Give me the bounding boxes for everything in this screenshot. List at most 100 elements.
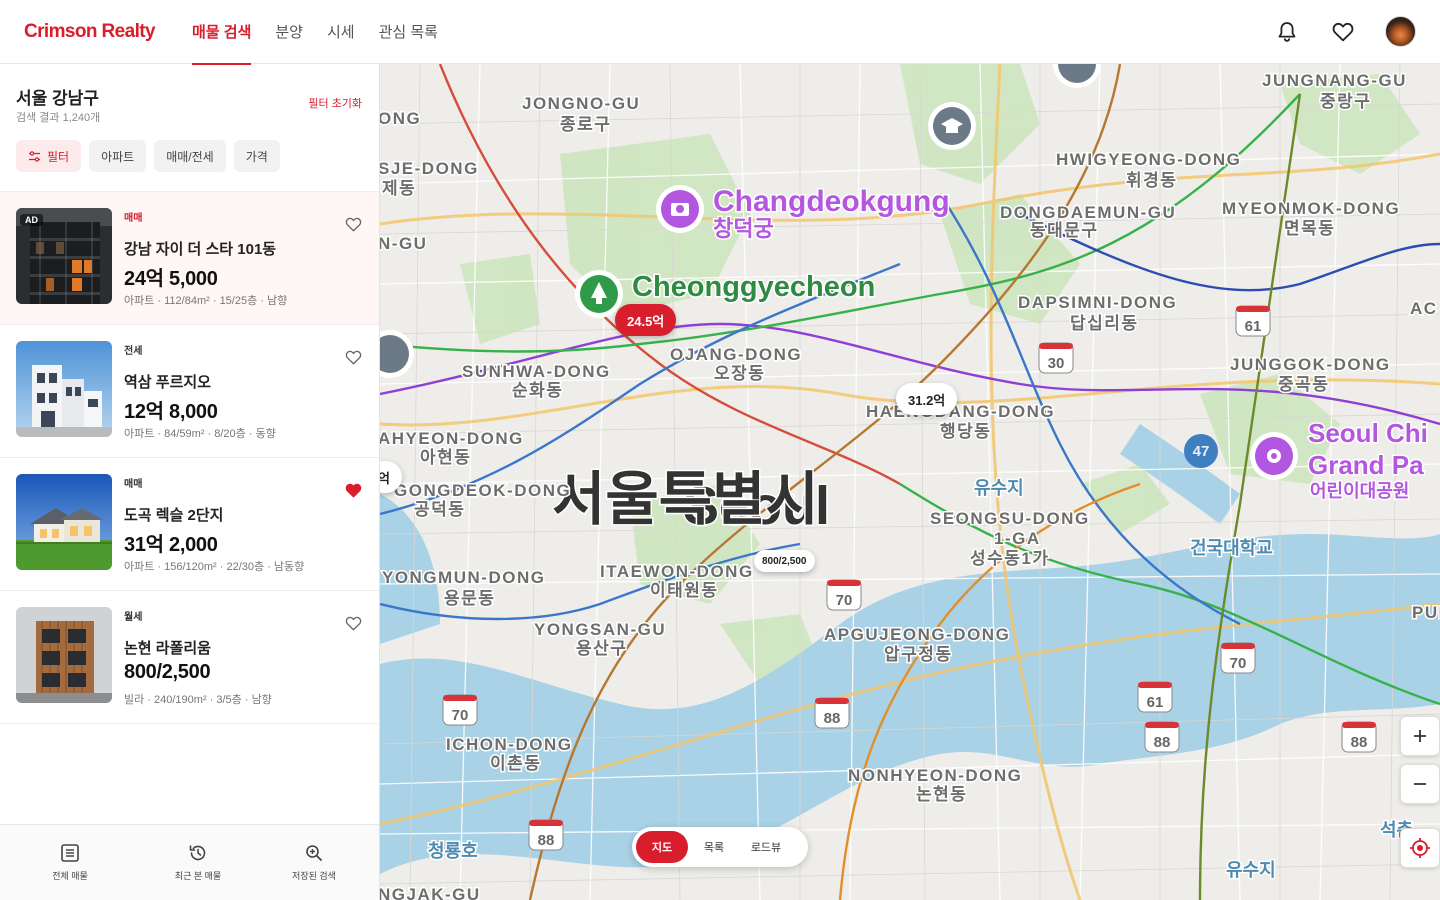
price-marker[interactable]: 31.2억 — [896, 383, 958, 415]
nonhyeon-label: NONHYEON-DONG — [848, 766, 1022, 785]
dapsimni-ko-label: 답십리동 — [1070, 314, 1139, 333]
map-view[interactable]: 61 30 47 70 70 61 88 88 88 70 88 Seoul 서… — [380, 64, 1440, 900]
dongdaemun-ko-label: 동대문구 — [1030, 221, 1099, 240]
ngjak-label: NGJAK-GU — [380, 885, 481, 900]
nav-item-prices[interactable]: 시세 — [327, 0, 355, 64]
listing-price: 24억 5,000 — [124, 268, 218, 290]
app-header: Crimson Realty 매물 검색 분양 시세 관심 목록 — [0, 0, 1440, 65]
trade-type: 월세 — [124, 612, 143, 623]
listing-photo — [16, 607, 112, 703]
search-summary: 서울 강남구 검색 결과 1,240개 필터 초기화 필터 아파트 매매/전세 … — [0, 64, 379, 192]
route-shield-70a: 70 — [836, 592, 853, 609]
listing-card[interactable]: AD 매매 강남 자이 더 스타 101동 24억 5,000 아파트 · 11… — [0, 192, 379, 325]
zoom-in-button[interactable] — [1400, 716, 1440, 756]
nav-item-presale[interactable]: 분양 — [275, 0, 303, 64]
ichon-ko-label: 이촌동 — [490, 754, 541, 773]
ahyeon-label: AHYEON-DONG — [380, 429, 524, 448]
seongsu-label: SEONGSU-DONG — [930, 509, 1090, 528]
filter-chip[interactable]: 필터 — [16, 140, 82, 172]
seongsu-ko-label: 성수동1가 — [970, 549, 1050, 568]
all-listings-tab[interactable]: 전체 매물 — [0, 825, 140, 900]
konkuk-label: 건국대학교 — [1190, 537, 1273, 558]
bell-icon[interactable] — [1273, 18, 1301, 46]
saved-search-tab[interactable]: 저장된 검색 — [256, 825, 372, 900]
roadview-button[interactable]: 로드뷰 — [740, 831, 792, 863]
listing-name: 논현 라폴리움 — [124, 640, 211, 657]
haengdang-label: HAENGDANG-DONG — [866, 402, 1055, 421]
avatar[interactable] — [1385, 16, 1416, 47]
favorite-heart-icon[interactable] — [343, 347, 363, 367]
cheonggyecheon-label: Cheonggyecheon — [632, 271, 875, 303]
listing-card[interactable]: 매매 도곡 렉슬 2단지 31억 2,000 아파트 · 156/120m² ·… — [0, 458, 379, 591]
listing-photo: AD — [16, 208, 112, 304]
listing-price: 800/2,500 — [124, 661, 211, 683]
jungnang-label: JUNGNANG-GU — [1262, 71, 1407, 90]
history-icon — [189, 845, 206, 861]
route-shield-88c: 88 — [1351, 734, 1368, 751]
price-marker[interactable]: 800/2,500 — [754, 550, 815, 572]
nonhyeon-ko-label: 논현동 — [916, 785, 967, 804]
ac-label: AC — [1410, 299, 1438, 318]
ojang-label: OJANG-DONG — [670, 345, 802, 364]
trade-type: 매매 — [124, 479, 143, 490]
hwigyeong-label: HWIGYEONG-DONG — [1056, 150, 1241, 169]
route-shield-61b: 61 — [1147, 694, 1164, 711]
apartment-chip[interactable]: 아파트 — [89, 140, 147, 172]
trade-type-chip[interactable]: 매매/전세 — [154, 140, 226, 172]
sunhwa-ko-label: 순화동 — [512, 381, 563, 400]
list-view-button[interactable]: 목록 — [688, 831, 740, 863]
view-toggle: 지도 목록 로드뷰 — [632, 827, 808, 867]
ahyeon-ko-label: 아현동 — [420, 448, 471, 467]
trade-type: 매매 — [124, 213, 143, 224]
price-marker[interactable]: 24.5억 — [615, 304, 677, 336]
nav-item-search[interactable]: 매물 검색 — [192, 0, 252, 65]
favorite-heart-icon[interactable] — [343, 613, 363, 633]
favorite-heart-icon[interactable] — [343, 214, 363, 234]
dapsimni-label: DAPSIMNI-DONG — [1018, 293, 1177, 312]
listing-meta: 아파트 · 156/120m² · 22/30층 · 남동향 — [124, 561, 305, 573]
route-shield-88d: 88 — [538, 832, 555, 849]
trade-type: 전세 — [124, 346, 143, 357]
yongsan-label: YONGSAN-GU — [534, 620, 666, 639]
sejong-ko-label: 제동 — [382, 179, 416, 198]
jungnang-ko-label: 중랑구 — [1320, 92, 1371, 111]
price-chip[interactable]: 가격 — [233, 140, 280, 172]
listing-price: 12억 8,000 — [124, 401, 218, 423]
listing-card[interactable]: 전세 역삼 푸르지오 12억 8,000 아파트 · 84/59m² · 8/2… — [0, 325, 379, 458]
location-title: 서울 강남구 — [16, 89, 99, 108]
zoom-out-button[interactable] — [1400, 764, 1440, 804]
listing-list: AD 매매 강남 자이 더 스타 101동 24억 5,000 아파트 · 11… — [0, 192, 379, 724]
logo[interactable]: Crimson Realty — [24, 21, 168, 43]
route-shield-61: 61 — [1245, 318, 1262, 335]
heart-icon[interactable] — [1329, 18, 1357, 46]
listing-meta: 아파트 · 112/84m² · 15/25층 · 남향 — [124, 295, 288, 307]
haengdang-ko-label: 행당동 — [940, 422, 991, 441]
reset-filter-link[interactable]: 필터 초기화 — [308, 95, 362, 111]
cheongpa-label: 청룡호 — [428, 841, 478, 861]
saved-search-label: 저장된 검색 — [292, 871, 336, 881]
locate-button[interactable] — [1400, 828, 1440, 868]
nav-item-watchlist[interactable]: 관심 목록 — [379, 0, 438, 64]
route-shield-30: 30 — [1048, 355, 1065, 372]
sejong-label: SJE-DONG — [380, 159, 479, 178]
junggok-label: JUNGGOK-DONG — [1230, 355, 1391, 374]
listing-name: 강남 자이 더 스타 101동 — [124, 241, 277, 258]
map-view-button[interactable]: 지도 — [636, 831, 688, 863]
listing-sidebar: 서울 강남구 검색 결과 1,240개 필터 초기화 필터 아파트 매매/전세 … — [0, 64, 380, 900]
ad-badge: AD — [20, 214, 43, 226]
gongdeok-label: GONGDEOK-DONG — [394, 481, 571, 500]
hwigyeong-ko-label: 휘경동 — [1126, 170, 1177, 190]
seoul-children-ko-label: 어린이대공원 — [1310, 481, 1409, 501]
listing-photo — [16, 341, 112, 437]
main-nav: 매물 검색 분양 시세 관심 목록 — [192, 0, 462, 65]
listing-card[interactable]: 월세 논현 라폴리움 800/2,500 빌라 · 240/190m² · 3/… — [0, 591, 379, 724]
itaewon-label: ITAEWON-DONG — [600, 562, 754, 581]
favorite-heart-filled-icon[interactable] — [343, 480, 363, 500]
sunhwa-label: SUNHWA-DONG — [462, 362, 611, 381]
search-zoom-icon — [306, 845, 322, 861]
recent-listings-tab[interactable]: 최근 본 매물 — [140, 825, 256, 900]
gongdeok-ko-label: 공덕동 — [414, 500, 465, 519]
sliders-icon — [29, 150, 40, 162]
bottom-nav: 전체 매물 최근 본 매물 저장된 검색 — [0, 824, 379, 900]
yusuji2-label: 유수지 — [1226, 860, 1276, 880]
